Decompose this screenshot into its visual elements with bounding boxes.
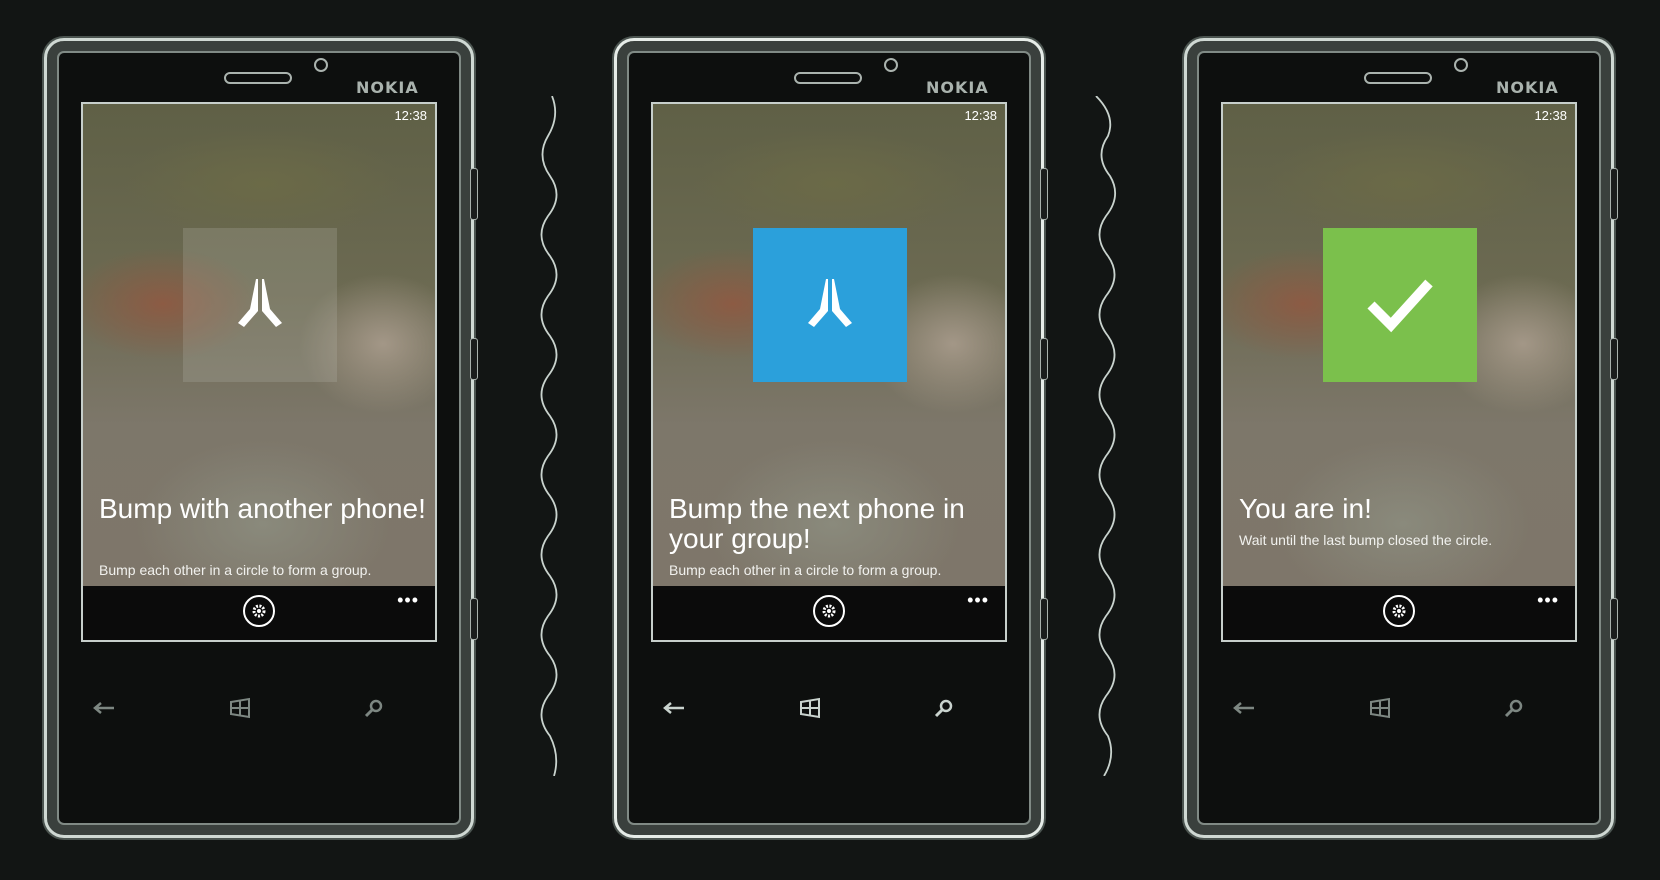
back-icon: [1233, 702, 1254, 714]
windows-icon: [230, 697, 250, 719]
app-bar: •••: [1223, 586, 1575, 640]
settings-icon: [1392, 604, 1406, 618]
front-camera: [1454, 58, 1468, 72]
headline: Bump the next phone in your group!: [669, 493, 965, 554]
bump-tile: [753, 228, 907, 382]
back-icon: [663, 702, 684, 714]
status-clock: 12:38: [964, 108, 997, 123]
subtext: Wait until the last bump closed the circ…: [1239, 532, 1493, 548]
hands-bump-icon: [238, 279, 282, 327]
settings-icon: [252, 604, 266, 618]
transition-squiggle: [1095, 96, 1116, 776]
camera-button: [1040, 598, 1048, 640]
hardware-buttons: [84, 688, 434, 728]
more-button[interactable]: •••: [1537, 590, 1559, 611]
brand-logo: NOKIA: [356, 78, 419, 97]
checkmark-icon: [1367, 279, 1433, 333]
phone-screen: 12:38 Bump the next phone in your group!…: [651, 102, 1007, 642]
app-bar: •••: [653, 586, 1005, 640]
back-icon: [93, 702, 114, 714]
hardware-buttons: [1224, 688, 1574, 728]
bump-tile: [183, 228, 337, 382]
headline: Bump with another phone!: [99, 493, 426, 524]
more-button[interactable]: •••: [967, 590, 989, 611]
search-icon: [364, 699, 383, 718]
windows-icon: [1370, 697, 1390, 719]
windows-button[interactable]: [790, 688, 830, 728]
windows-button[interactable]: [220, 688, 260, 728]
headline: You are in!: [1239, 493, 1372, 524]
status-clock: 12:38: [1534, 108, 1567, 123]
back-button[interactable]: [1224, 688, 1264, 728]
subtext: Bump each other in a circle to form a gr…: [99, 562, 372, 578]
transition-squiggle: [540, 96, 558, 776]
windows-icon: [800, 697, 820, 719]
settings-button[interactable]: [813, 595, 845, 627]
back-button[interactable]: [654, 688, 694, 728]
brand-logo: NOKIA: [926, 78, 989, 97]
app-bar: •••: [83, 586, 435, 640]
subtext: Bump each other in a circle to form a gr…: [669, 562, 942, 578]
search-button[interactable]: [924, 688, 964, 728]
front-camera: [884, 58, 898, 72]
speaker-grille: [1364, 72, 1432, 84]
search-icon: [1504, 699, 1523, 718]
success-tile: [1323, 228, 1477, 382]
speaker-grille: [224, 72, 292, 84]
brand-logo: NOKIA: [1496, 78, 1559, 97]
camera-button: [470, 598, 478, 640]
hardware-buttons: [654, 688, 1004, 728]
power-button: [1610, 338, 1618, 380]
volume-button: [1610, 168, 1618, 220]
hands-bump-icon: [808, 279, 852, 327]
settings-button[interactable]: [243, 595, 275, 627]
volume-button: [470, 168, 478, 220]
phone-1: NOKIA 12:38 Bump with another phone! Bum…: [44, 38, 478, 838]
front-camera: [314, 58, 328, 72]
volume-button: [1040, 168, 1048, 220]
phone-screen: 12:38 Bump with another phone! Bump each…: [81, 102, 437, 642]
settings-icon: [822, 604, 836, 618]
search-icon: [934, 699, 953, 718]
speaker-grille: [794, 72, 862, 84]
windows-button[interactable]: [1360, 688, 1400, 728]
settings-button[interactable]: [1383, 595, 1415, 627]
more-button[interactable]: •••: [397, 590, 419, 611]
phone-2: NOKIA 12:38 Bump the next phone in your …: [614, 38, 1048, 838]
camera-button: [1610, 598, 1618, 640]
phone-3: NOKIA 12:38 You are in! Wait until the l…: [1184, 38, 1618, 838]
power-button: [470, 338, 478, 380]
back-button[interactable]: [84, 688, 124, 728]
search-button[interactable]: [1494, 688, 1534, 728]
phone-screen: 12:38 You are in! Wait until the last bu…: [1221, 102, 1577, 642]
status-clock: 12:38: [394, 108, 427, 123]
power-button: [1040, 338, 1048, 380]
search-button[interactable]: [354, 688, 394, 728]
